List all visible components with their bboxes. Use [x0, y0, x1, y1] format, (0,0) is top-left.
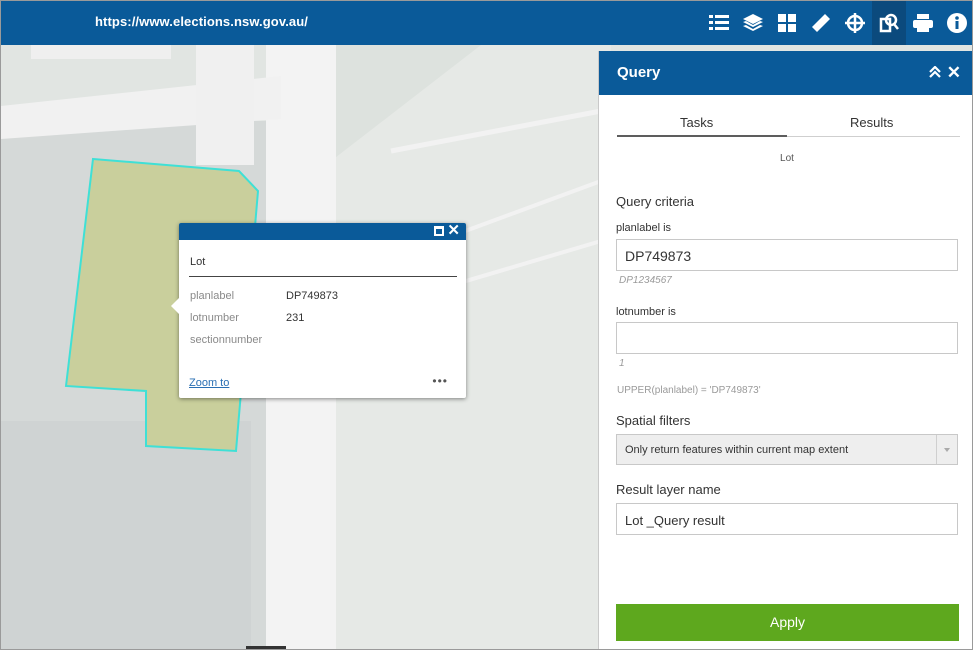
query-tabs: Tasks Results: [617, 109, 960, 137]
basemap-gallery-icon[interactable]: [770, 1, 804, 45]
layers-icon[interactable]: [736, 1, 770, 45]
header-toolbar: [702, 1, 972, 45]
spatial-filter-value: Only return features within current map …: [625, 444, 849, 456]
popup-field-name: lotnumber: [190, 312, 239, 324]
query-expression: UPPER(planlabel) = 'DP749873': [617, 385, 761, 396]
query-icon[interactable]: [872, 1, 906, 45]
active-tab-indicator: [617, 135, 787, 137]
popup-field-name: planlabel: [190, 290, 235, 302]
about-icon[interactable]: [940, 1, 972, 45]
popup-field-row: lotnumber 231: [190, 312, 304, 324]
feature-popup: ✕ Lot planlabel DP749873 lotnumber 231 s…: [171, 222, 466, 398]
popup-header: ✕: [179, 222, 466, 240]
popup-field-value: 231: [286, 312, 305, 324]
result-layer-heading: Result layer name: [616, 482, 721, 497]
query-panel-header: Query ✕: [599, 51, 972, 95]
query-panel: Query ✕ Tasks Results Lot Query criteria…: [598, 51, 972, 649]
zoom-to-link[interactable]: Zoom to: [189, 377, 229, 389]
planlabel-hint: DP1234567: [619, 275, 672, 286]
more-actions-icon[interactable]: •••: [432, 374, 448, 388]
panel-close-icon[interactable]: ✕: [947, 63, 961, 83]
collapse-icon[interactable]: [929, 65, 941, 83]
planlabel-input[interactable]: DP749873: [616, 239, 958, 271]
popup-field-row: planlabel DP749873: [190, 290, 338, 302]
print-icon[interactable]: [906, 1, 940, 45]
planlabel-label: planlabel is: [616, 222, 672, 234]
app-title-url[interactable]: https://www.elections.nsw.gov.au/: [95, 14, 308, 29]
result-layer-input[interactable]: Lot _Query result: [616, 503, 958, 535]
layer-list-icon[interactable]: [702, 1, 736, 45]
app-frame: https://www.elections.nsw.gov.au/ ✕ Lot …: [0, 0, 973, 650]
chevron-down-icon[interactable]: [936, 435, 957, 464]
spatial-filter-select[interactable]: Only return features within current map …: [616, 434, 958, 465]
tab-results[interactable]: Results: [850, 115, 893, 130]
spatial-filters-heading: Spatial filters: [616, 413, 691, 428]
query-layer-name: Lot: [780, 153, 794, 164]
analysis-icon[interactable]: [838, 1, 872, 45]
popup-title: Lot: [190, 256, 206, 268]
popup-pointer: [171, 298, 179, 314]
popup-field-row: sectionnumber: [190, 334, 262, 346]
app-header: https://www.elections.nsw.gov.au/: [1, 1, 972, 45]
popup-close-icon[interactable]: ✕: [447, 222, 460, 239]
lotnumber-hint: 1: [619, 358, 625, 369]
popup-field-name: sectionnumber: [190, 334, 263, 346]
lotnumber-input[interactable]: [616, 322, 958, 354]
query-criteria-heading: Query criteria: [616, 194, 695, 209]
maximize-icon[interactable]: [434, 226, 444, 236]
panel-title: Query: [617, 64, 661, 81]
lotnumber-label: lotnumber is: [616, 306, 676, 318]
tab-tasks[interactable]: Tasks: [680, 115, 713, 130]
apply-button[interactable]: Apply: [616, 604, 959, 641]
popup-divider: [189, 276, 457, 277]
popup-field-value: DP749873: [286, 290, 338, 302]
measurement-icon[interactable]: [804, 1, 838, 45]
